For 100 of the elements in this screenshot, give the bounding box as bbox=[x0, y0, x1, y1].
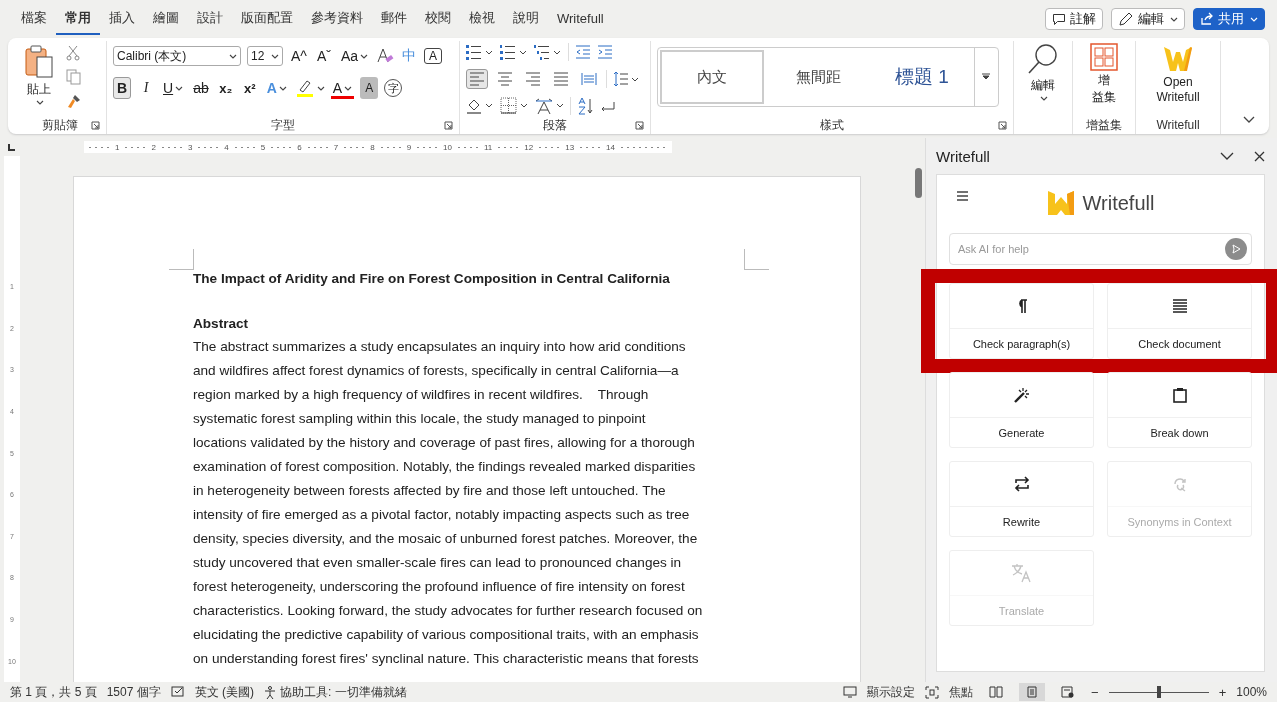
pane-title: Writefull bbox=[936, 147, 991, 165]
ribbon-tab[interactable]: 版面配置 bbox=[232, 3, 302, 35]
word-count[interactable]: 1507 個字 bbox=[106, 683, 161, 701]
add-ins-button[interactable]: 增 益集 bbox=[1086, 41, 1122, 116]
display-settings-label[interactable]: 顯示設定 bbox=[867, 683, 916, 701]
clipboard-icon bbox=[1172, 387, 1187, 403]
font-button[interactable]: B bbox=[113, 77, 131, 99]
ribbon-tab[interactable]: Writefull bbox=[548, 3, 613, 35]
focus-icon[interactable] bbox=[925, 685, 940, 699]
group-label: 增益集 bbox=[1086, 116, 1122, 134]
zoom-out-button[interactable]: − bbox=[1091, 684, 1099, 700]
font-button[interactable]: I bbox=[137, 77, 155, 99]
share-button[interactable]: 共用 bbox=[1193, 8, 1265, 30]
caret-icon bbox=[1170, 16, 1178, 22]
caret-icon bbox=[360, 53, 369, 59]
ribbon-tab[interactable]: 檢視 bbox=[460, 3, 504, 35]
focus-label[interactable]: 焦點 bbox=[949, 683, 974, 701]
ribbon-tab[interactable]: 插入 bbox=[100, 3, 144, 35]
ribbon-tab[interactable]: 參考資料 bbox=[302, 3, 372, 35]
borders-icon[interactable] bbox=[500, 97, 528, 115]
collapse-ribbon-icon[interactable] bbox=[1243, 116, 1255, 124]
style-item[interactable]: 無間距 bbox=[766, 48, 870, 106]
group-label: 剪貼簿 bbox=[42, 116, 78, 134]
paste-button[interactable]: 貼上 bbox=[20, 41, 58, 107]
format-painter-icon[interactable] bbox=[66, 93, 82, 109]
crop-mark bbox=[169, 249, 194, 270]
dialog-launcher-icon[interactable] bbox=[444, 121, 453, 130]
font-button[interactable]: Aa bbox=[338, 45, 371, 67]
page-count[interactable]: 第 1 頁，共 5 頁 bbox=[10, 683, 97, 701]
cut-icon[interactable] bbox=[66, 45, 80, 61]
editing-button[interactable]: 編輯 bbox=[1111, 8, 1185, 30]
tool-button[interactable]: Break down bbox=[1107, 372, 1252, 448]
tool-button[interactable]: Rewrite bbox=[949, 461, 1094, 537]
font-button[interactable]: x² bbox=[240, 77, 259, 99]
ribbon-tab[interactable]: 檔案 bbox=[12, 3, 56, 35]
font-button[interactable]: A bbox=[330, 77, 355, 99]
abstract-paragraph: The abstract summarizes a study encapsulates an inquiry into how arid conditions and wildfires affect forest dynamics of forests, specifically in central California—a region marked by a high frequency of wildfires in recent wildfires. Through systematic forest sampling within this locale, the study managed to pinpoint locations validated by the history and coverage of past fires, allowing for a thorough examination of forest composition. Notably, the findings revealed marked disparities in heterogeneity between forests affected by fire and those left untouched. The intensity of fire emerged as a pivotal factor, notably impacting aspects such as tree density, species diversity, and the mosaic of unburned forest patches. Moreover, the study uncovered that even smaller-scale fires can lead to pronounced changes in forest heterogeneity, underscoring the profound influence of fire intensity on forest characteristics. Looking forward, the study advocates for further research focused on elucidating the predictive capability of various compositional traits, with an emphasis on understanding forest fires' synclinal nature. This characteristic means that forests bbox=[193, 338, 704, 668]
pencil-icon bbox=[1118, 11, 1134, 27]
section-heading: Abstract bbox=[193, 316, 250, 331]
font-button[interactable]: A bbox=[424, 48, 443, 64]
proofing-icon[interactable] bbox=[170, 686, 185, 698]
ribbon-tab[interactable]: 設計 bbox=[188, 3, 232, 35]
ribbon-tab[interactable]: 繪圖 bbox=[144, 3, 188, 35]
font-name-field[interactable]: Calibri (本文) bbox=[113, 46, 241, 66]
ribbon-tab[interactable]: 郵件 bbox=[372, 3, 416, 35]
lines-icon bbox=[1171, 299, 1188, 313]
alignment-icon bbox=[525, 72, 541, 86]
clear-formatting-icon[interactable] bbox=[376, 47, 395, 65]
tool-button[interactable]: Check document bbox=[1107, 283, 1252, 359]
grid-icon bbox=[1090, 43, 1118, 71]
ribbon-tab[interactable]: 說明 bbox=[504, 3, 548, 35]
menu-icon[interactable] bbox=[957, 191, 968, 201]
text-direction-icon[interactable] bbox=[534, 97, 564, 115]
font-button[interactable]: Aˇ bbox=[314, 45, 333, 67]
group-label: 字型 bbox=[271, 116, 295, 134]
editing-menu-button[interactable]: 編輯 bbox=[1023, 41, 1063, 103]
style-item[interactable]: 內文 bbox=[660, 50, 764, 104]
crop-mark bbox=[744, 249, 769, 270]
dialog-launcher-icon[interactable] bbox=[91, 121, 100, 130]
accessibility-status[interactable]: 協助工具: 一切準備就緒 bbox=[280, 683, 407, 701]
open-writefull-button[interactable]: Open Writefull bbox=[1152, 41, 1204, 116]
zoom-level[interactable]: 100% bbox=[1236, 685, 1267, 699]
ask-ai-field[interactable]: Ask AI for help bbox=[949, 233, 1252, 265]
caret-icon bbox=[344, 85, 353, 91]
caret-icon bbox=[278, 85, 287, 91]
style-item[interactable]: 標題 1 bbox=[870, 48, 974, 106]
comments-button[interactable]: 註解 bbox=[1045, 8, 1103, 30]
zoom-in-button[interactable]: + bbox=[1218, 684, 1227, 700]
ruler-corner-icon[interactable] bbox=[8, 143, 16, 151]
close-icon[interactable] bbox=[1254, 150, 1265, 162]
line-spacing-icon[interactable] bbox=[613, 71, 639, 87]
send-icon[interactable] bbox=[1225, 238, 1247, 260]
caret-icon bbox=[316, 85, 325, 91]
multilevel-list-icon[interactable] bbox=[534, 44, 562, 60]
magic-wand-icon bbox=[1012, 387, 1031, 403]
ribbon-tab[interactable]: 常用 bbox=[56, 3, 100, 35]
accessibility-icon[interactable] bbox=[264, 685, 278, 699]
font-button[interactable]: A bbox=[360, 77, 379, 99]
ribbon-tab[interactable]: 校閱 bbox=[416, 3, 460, 35]
language-indicator[interactable]: 英文 (美國) bbox=[194, 683, 255, 701]
bullet-list-icon[interactable] bbox=[466, 44, 494, 60]
font-button[interactable]: U bbox=[161, 77, 186, 99]
share-icon bbox=[1200, 12, 1214, 26]
view-icon bbox=[1061, 686, 1076, 698]
tool-button[interactable]: Generate bbox=[949, 372, 1094, 448]
chevron-down-icon[interactable] bbox=[1220, 152, 1234, 160]
caret-icon bbox=[36, 100, 44, 105]
sort-icon[interactable] bbox=[577, 97, 595, 115]
tool-button[interactable]: Check paragraph(s) bbox=[949, 283, 1094, 359]
display-settings-icon[interactable] bbox=[843, 686, 858, 698]
font-button[interactable]: x₂ bbox=[216, 77, 235, 99]
caret-icon bbox=[229, 53, 237, 59]
alignment-icon bbox=[469, 72, 485, 86]
font-button[interactable]: A^ bbox=[289, 45, 309, 67]
shading-icon[interactable] bbox=[466, 97, 494, 115]
font-button[interactable]: ab bbox=[191, 77, 211, 99]
numbered-list-icon[interactable] bbox=[500, 44, 528, 60]
dialog-launcher-icon[interactable] bbox=[635, 121, 644, 130]
dialog-launcher-icon[interactable] bbox=[998, 121, 1007, 130]
font-size-field[interactable]: 12 bbox=[247, 46, 283, 66]
